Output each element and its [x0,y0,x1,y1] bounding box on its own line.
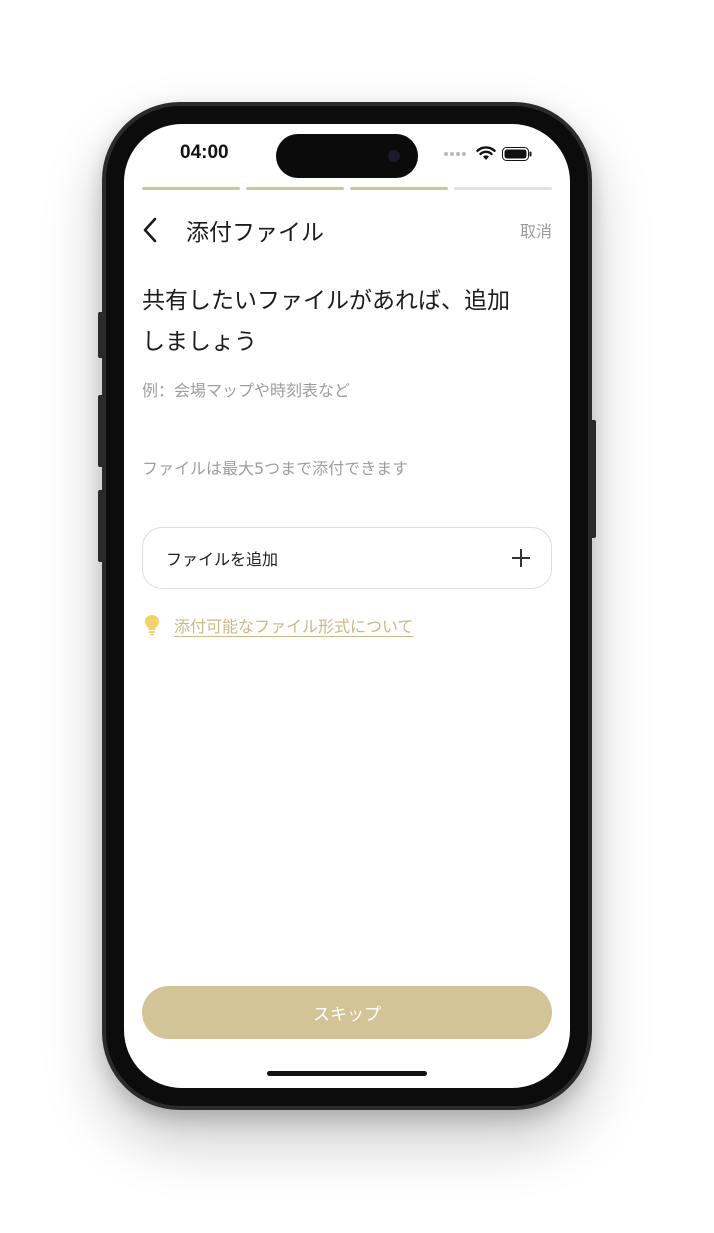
chevron-left-icon [143,217,157,243]
headline-line-1: 共有したいファイルがあれば、追加 [142,288,510,314]
add-file-label: ファイルを追加 [166,550,279,569]
progress-step-4 [454,187,552,190]
stage: 04:00 添付ファイル 取消 共有したいファイルがあれば、追加 しましょう 例… [0,0,714,1233]
progress-step-2 [246,187,344,190]
nav-header: 添付ファイル 取消 [142,210,552,250]
headline-line-2: しましょう [142,329,257,355]
page-title: 添付ファイル [186,220,324,246]
cancel-button[interactable]: 取消 [520,218,552,242]
file-format-hint: 添付可能なファイル形式について [144,613,414,637]
file-format-link[interactable]: 添付可能なファイル形式について [174,613,414,637]
wifi-icon [476,146,496,160]
lightbulb-icon [145,615,159,636]
skip-button[interactable]: スキップ [142,986,552,1039]
power-button [590,420,596,538]
file-limit-note: ファイルは最大5つまで添付できます [142,459,409,478]
status-icons [444,146,532,161]
step-progress [142,187,552,190]
volume-down-button [98,490,104,562]
dynamic-island [276,134,418,178]
action-button [98,312,104,358]
battery-icon [502,146,532,161]
status-time: 04:00 [180,142,229,163]
plus-icon [511,548,531,568]
screen: 04:00 添付ファイル 取消 共有したいファイルがあれば、追加 しましょう 例… [124,124,570,1088]
signal-icon [444,151,466,156]
back-button[interactable] [142,214,170,246]
headline: 共有したいファイルがあれば、追加 しましょう [142,281,558,363]
progress-step-1 [142,187,240,190]
camera-icon [388,150,400,162]
volume-up-button [98,395,104,467]
progress-step-3 [350,187,448,190]
add-file-button[interactable]: ファイルを追加 [142,527,552,589]
example-text: 例：会場マップや時刻表など [142,381,351,400]
home-indicator [267,1071,427,1076]
